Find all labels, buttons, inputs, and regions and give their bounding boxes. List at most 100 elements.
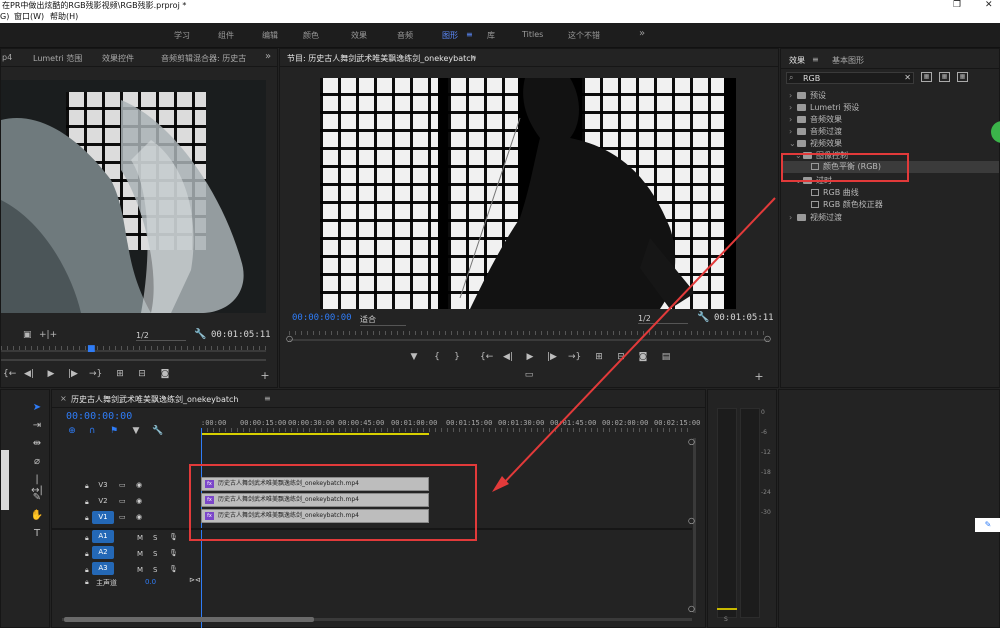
lock-icon[interactable]: 🔒︎ <box>85 514 89 523</box>
workspace-color[interactable]: 颜色 <box>303 30 319 41</box>
ripple-edit-tool-icon[interactable]: ⇹ <box>30 438 44 452</box>
horizontal-scroll-thumb[interactable] <box>64 617 314 622</box>
lock-icon[interactable]: 🔒︎ <box>85 550 89 559</box>
marker-timeline-icon[interactable]: ▼ <box>130 426 142 436</box>
scroll-handle-icon[interactable]: ○ <box>688 516 695 525</box>
step-forward-program-icon[interactable]: |▶ <box>546 352 558 362</box>
source-playhead-icon[interactable]: ■ <box>87 344 96 354</box>
effects-search-input[interactable]: RGB <box>803 74 820 83</box>
program-fit-select[interactable]: 适合 <box>360 314 406 326</box>
tree-rgb-curves[interactable]: RGB 曲线 <box>811 187 859 198</box>
collapsed-arrow-icon[interactable]: › <box>789 91 797 100</box>
tree-video-effects[interactable]: ⌄ 视频效果 <box>789 138 842 149</box>
scroll-handle-icon[interactable]: ○ <box>688 604 695 613</box>
workspace-audio[interactable]: 音频 <box>397 30 413 41</box>
menu-item-graphics[interactable]: G) <box>0 11 9 23</box>
tree-image-control[interactable]: ⌄ 图像控制 <box>795 150 848 161</box>
workspace-assembly[interactable]: 组件 <box>218 30 234 41</box>
collapsed-arrow-icon[interactable]: › <box>789 115 797 124</box>
tab-essential-graphics[interactable]: 基本图形 <box>832 55 864 66</box>
workspace-effects[interactable]: 效果 <box>351 30 367 41</box>
tab-lumetri-scopes[interactable]: Lumetri 范围 <box>33 53 82 64</box>
mark-in-icon[interactable]: {← <box>3 369 16 379</box>
clip-v1[interactable]: fx 历史古人舞剑武术唯美飘逸练剑_onekeybatch.mp4 <box>201 509 429 523</box>
close-icon[interactable]: ✕ <box>985 0 993 10</box>
mark-in-bracket-icon[interactable]: { <box>431 352 443 362</box>
program-scrubber[interactable] <box>289 339 769 341</box>
lock-icon[interactable]: 🔒︎ <box>85 566 89 575</box>
pen-tool-icon[interactable]: ✎ <box>30 492 44 506</box>
tab-source[interactable]: p4 <box>2 53 12 62</box>
work-area-bar[interactable] <box>201 433 429 435</box>
source-zoom-select[interactable]: 1/2 <box>136 331 186 341</box>
workspace-overflow-icon[interactable]: » <box>639 28 645 39</box>
track-a1-badge[interactable]: A1 <box>92 530 114 543</box>
safe-margins-icon[interactable]: ▭ <box>523 370 535 380</box>
tree-obsolete[interactable]: ⌄ 过时 <box>795 175 832 186</box>
close-sequence-icon[interactable]: × <box>60 394 67 403</box>
sequence-menu-icon[interactable]: ≡ <box>264 394 271 403</box>
track-select-tool-icon[interactable]: ⇥ <box>30 420 44 434</box>
solo-button[interactable]: S <box>153 550 157 558</box>
track-output-icon[interactable]: ▭ <box>119 497 126 505</box>
lock-icon[interactable]: 🔒︎ <box>85 578 89 587</box>
go-to-out-program-icon[interactable]: →} <box>568 352 581 362</box>
mark-out-bracket-icon[interactable]: } <box>451 352 463 362</box>
workspace-graphics[interactable]: 图形 <box>442 30 458 41</box>
voiceover-mic-icon[interactable]: 🎙︎ <box>169 565 178 573</box>
play-icon[interactable]: ▶ <box>45 369 57 379</box>
selection-tool-icon[interactable]: ➤ <box>30 402 44 416</box>
mute-button[interactable]: M <box>137 550 143 558</box>
effects-search-box[interactable]: ⌕ RGB ✕ <box>786 72 914 84</box>
track-v2-badge[interactable]: V2 <box>92 495 114 508</box>
eye-icon[interactable]: ◉ <box>136 497 142 505</box>
go-to-out-icon[interactable]: →} <box>89 369 102 379</box>
track-output-icon[interactable]: ▭ <box>119 481 126 489</box>
program-zoom-end-icon[interactable]: ○ <box>764 334 771 343</box>
add-marker-icon[interactable]: ▼ <box>408 352 420 362</box>
go-to-in-icon[interactable]: {← <box>480 352 493 362</box>
comparison-view-icon[interactable]: ▤ <box>660 352 672 362</box>
vertical-zoom-scrollbar[interactable] <box>693 438 696 613</box>
source-zoom-scrollbar[interactable] <box>1 359 266 361</box>
voiceover-mic-icon[interactable]: 🎙︎ <box>169 533 178 541</box>
collapsed-arrow-icon[interactable]: › <box>789 213 797 222</box>
program-zoom-select[interactable]: 1/2 <box>638 314 688 324</box>
solo-button[interactable]: S <box>153 534 157 542</box>
hand-tool-icon[interactable]: ✋ <box>30 510 44 524</box>
lock-icon[interactable]: 🔒︎ <box>85 534 89 543</box>
timeline-settings-icon[interactable]: 🔧 <box>152 426 164 436</box>
extract-icon[interactable]: ⊟ <box>615 352 627 362</box>
step-forward-icon[interactable]: |▶ <box>67 369 79 379</box>
program-panel-menu-icon[interactable]: ≡ <box>470 53 477 62</box>
accelerated-effects-icon[interactable]: ▦ <box>921 72 932 82</box>
snap-icon[interactable]: ⊕ <box>66 426 78 436</box>
master-end-icon[interactable]: ⊳⊲ <box>189 576 201 584</box>
menu-item-help[interactable]: 帮助(H) <box>50 11 78 23</box>
camera-icon[interactable]: ◙ <box>637 352 649 362</box>
expanded-arrow-icon[interactable]: ⌄ <box>789 139 797 148</box>
effects-menu-icon[interactable]: ≡ <box>812 55 819 64</box>
lock-icon[interactable]: 🔒︎ <box>85 482 89 491</box>
solo-button[interactable]: S <box>153 566 157 574</box>
program-panel-title[interactable]: 节目: 历史古人舞剑武术唯美飘逸练剑_onekeybatch <box>287 53 476 64</box>
export-frame-icon[interactable]: ◙ <box>159 369 171 379</box>
tab-effect-controls[interactable]: 效果控件 <box>102 53 134 64</box>
tab-effects[interactable]: 效果 <box>789 55 805 66</box>
workspace-libraries[interactable]: 库 <box>487 30 495 41</box>
meter-solo-button[interactable]: S <box>724 616 728 623</box>
track-output-icon[interactable]: ▭ <box>119 513 126 521</box>
program-add-button-icon[interactable]: + <box>753 370 765 383</box>
linked-selection-icon[interactable]: ∩ <box>86 426 98 436</box>
mute-button[interactable]: M <box>137 566 143 574</box>
razor-tool-icon[interactable]: ⌀ <box>30 456 44 470</box>
workspace-learn[interactable]: 学习 <box>174 30 190 41</box>
menu-item-window[interactable]: 窗口(W) <box>14 11 44 23</box>
restore-icon[interactable]: ❐ <box>953 0 961 10</box>
lock-icon[interactable]: 🔒︎ <box>85 498 89 507</box>
clip-v3[interactable]: fx 历史古人舞剑武术唯美飘逸练剑_onekeybatch.mp4 <box>201 477 429 491</box>
track-a3-badge[interactable]: A3 <box>92 562 114 575</box>
slip-tool-icon[interactable]: |↔| <box>30 474 44 496</box>
tree-audio-transitions[interactable]: › 音频过渡 <box>789 126 842 137</box>
program-wrench-icon[interactable]: 🔧 <box>697 312 709 323</box>
